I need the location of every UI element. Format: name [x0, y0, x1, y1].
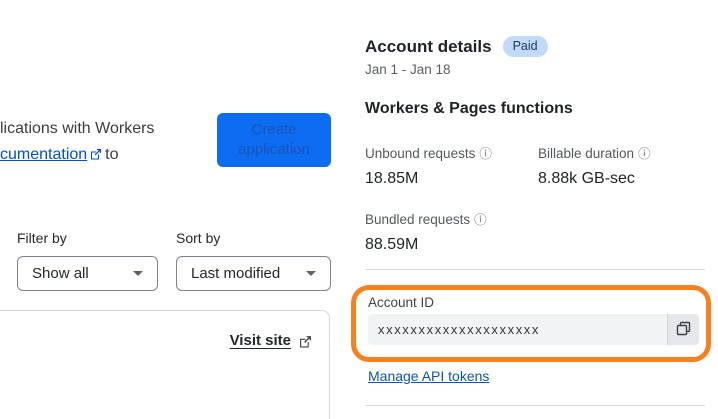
info-icon[interactable]: ⓘ: [638, 147, 651, 161]
intro-line-1: lications with Workers: [0, 120, 155, 137]
metric-label: Unbound requests: [365, 146, 476, 161]
filter-by-label: Filter by: [17, 230, 67, 246]
documentation-link[interactable]: cumentation: [0, 146, 87, 163]
filter-dropdown-value: Show all: [32, 265, 89, 282]
external-link-icon: [90, 148, 102, 160]
copy-button[interactable]: [667, 314, 699, 345]
metric-unbound-requests: Unbound requests ⓘ 18.85M: [365, 143, 492, 188]
copy-icon: [676, 321, 691, 339]
info-icon[interactable]: ⓘ: [474, 213, 487, 227]
external-link-icon: [299, 335, 312, 348]
metric-label: Bundled requests: [365, 212, 471, 227]
metric-label: Billable duration: [538, 146, 635, 161]
intro-after-link: to: [105, 146, 119, 163]
intro-text: lications with Workers cumentation to: [0, 116, 215, 168]
manage-api-tokens-link[interactable]: Manage API tokens: [368, 368, 489, 384]
account-id-field-group: [368, 314, 699, 345]
account-id-label: Account ID: [368, 295, 435, 310]
divider: [365, 269, 705, 270]
filter-dropdown[interactable]: Show all: [17, 256, 158, 291]
create-application-button[interactable]: Create application: [217, 113, 331, 167]
visit-site-link[interactable]: Visit site: [230, 332, 291, 349]
account-details-title: Account details: [365, 36, 492, 56]
workers-pages-functions-title: Workers & Pages functions: [365, 100, 573, 117]
metric-value: 18.85M: [365, 170, 419, 187]
sort-dropdown[interactable]: Last modified: [176, 256, 331, 291]
intro-line-2: cumentation to: [0, 142, 215, 168]
sort-dropdown-value: Last modified: [191, 265, 281, 282]
paid-badge: Paid: [502, 36, 548, 57]
project-card: Visit site: [0, 310, 330, 419]
metric-bundled-requests: Bundled requests ⓘ 88.59M: [365, 209, 487, 254]
date-range: Jan 1 - Jan 18: [365, 62, 451, 77]
chevron-down-icon: [133, 271, 143, 276]
metric-value: 88.59M: [365, 236, 419, 253]
divider: [365, 405, 705, 406]
metric-value: 8.88k GB-sec: [538, 170, 635, 187]
chevron-down-icon: [306, 271, 316, 276]
metric-billable-duration: Billable duration ⓘ 8.88k GB-sec: [538, 143, 651, 188]
sort-by-label: Sort by: [176, 230, 221, 246]
info-icon[interactable]: ⓘ: [479, 147, 492, 161]
account-id-input[interactable]: [368, 314, 667, 345]
